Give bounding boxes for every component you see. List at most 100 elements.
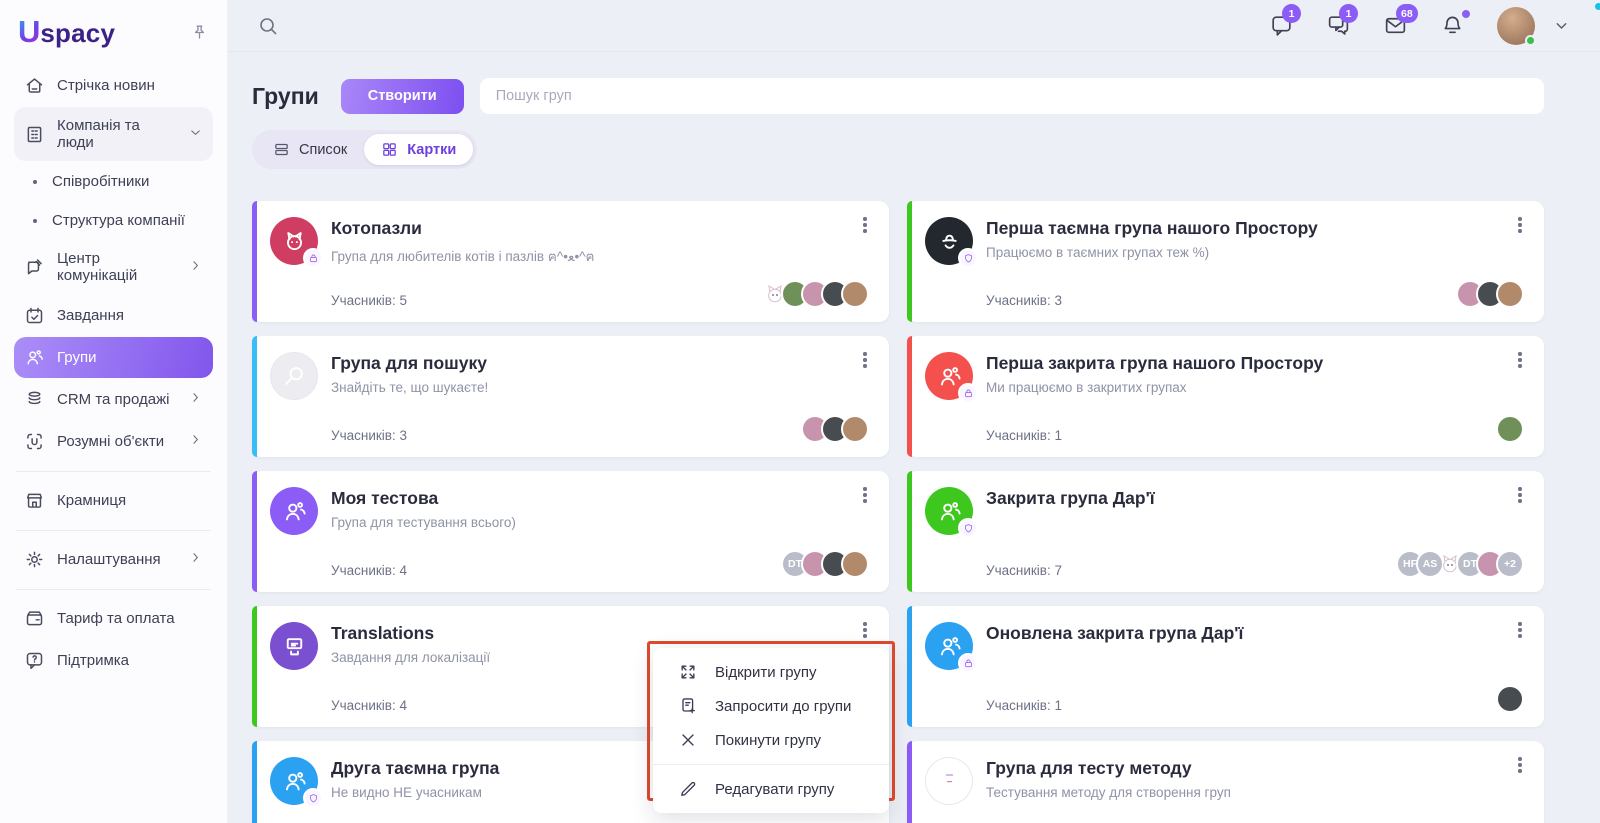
sidebar-item-billing[interactable]: Тариф та оплата	[14, 598, 213, 639]
tab-cards-view[interactable]: Картки	[364, 134, 473, 165]
topbar: 1 1 68	[228, 0, 1600, 52]
members-count: Учасників: 4	[331, 563, 407, 578]
group-description: Не видно НЕ учасникам	[331, 785, 499, 800]
sidebar-item-label: Розумні об'єкти	[57, 433, 164, 450]
group-description: Тестування методу для створення груп	[986, 785, 1231, 800]
messenger-icon[interactable]: 1	[1326, 13, 1351, 38]
kebab-menu-icon[interactable]	[854, 349, 876, 371]
bell-icon[interactable]	[1440, 13, 1465, 38]
create-group-button[interactable]: Створити	[341, 79, 464, 114]
sidebar-item-label: Співробітники	[52, 173, 149, 190]
member-avatars	[1504, 685, 1524, 713]
gear-icon	[24, 549, 45, 570]
groups-grid: Котопазли Група для любителів котів і па…	[252, 201, 1544, 823]
card-accent-bar	[252, 201, 257, 322]
crm-icon	[24, 389, 45, 410]
kebab-menu-icon[interactable]	[854, 214, 876, 236]
chevron-right-icon	[188, 432, 203, 451]
sidebar-item-newsfeed[interactable]: Стрічка новин	[14, 65, 213, 106]
sidebar-divider	[16, 530, 211, 531]
wallet-icon	[24, 608, 45, 629]
menu-item-open-group[interactable]: Відкрити групу	[653, 655, 889, 689]
sidebar-item-company-people[interactable]: Компанія та люди	[14, 107, 213, 161]
kebab-menu-icon[interactable]	[1509, 484, 1531, 506]
group-title: Друга таємна група	[331, 758, 499, 779]
sidebar-item-support[interactable]: Підтримка	[14, 640, 213, 681]
group-title: Котопазли	[331, 218, 595, 239]
group-card[interactable]: Закрита група Дар'ї Учасників: 7 HF AS D…	[907, 471, 1544, 592]
group-description: Ми працюємо в закритих групах	[986, 380, 1323, 395]
members-count: Учасників: 5	[331, 293, 407, 308]
members-count: Учасників: 7	[986, 563, 1062, 578]
group-card[interactable]: Перша закрита група нашого Простору Ми п…	[907, 336, 1544, 457]
edit-icon	[678, 779, 698, 799]
group-card[interactable]: Моя тестова Група для тестування всього)…	[252, 471, 889, 592]
sidebar: U spacy Стрічка новин Компанія та люди С…	[0, 0, 228, 823]
chat-badge: 1	[1282, 4, 1301, 23]
group-card[interactable]: Група для тесту методу Тестування методу…	[907, 741, 1544, 823]
bullet-icon	[33, 219, 37, 223]
support-icon	[24, 650, 45, 671]
menu-item-label: Редагувати групу	[715, 781, 834, 798]
sidebar-item-settings[interactable]: Налаштування	[14, 539, 213, 580]
card-accent-bar	[907, 606, 912, 727]
uspacy-logo[interactable]: U spacy	[18, 16, 115, 49]
member-avatar-more[interactable]: +2	[1496, 550, 1524, 578]
group-avatar	[270, 487, 318, 535]
member-avatars: DT	[789, 550, 869, 578]
group-card[interactable]: Котопазли Група для любителів котів і па…	[252, 201, 889, 322]
group-title: Перша таємна група нашого Простору	[986, 218, 1318, 239]
group-card[interactable]: Перша таємна група нашого Простору Працю…	[907, 201, 1544, 322]
sidebar-item-label: Центр комунікацій	[57, 250, 176, 284]
sidebar-item-label: Компанія та люди	[57, 117, 176, 151]
group-search-input[interactable]	[480, 78, 1544, 114]
smart-objects-icon	[24, 431, 45, 452]
sidebar-divider	[16, 471, 211, 472]
online-status-dot	[1525, 35, 1536, 46]
card-accent-bar	[252, 741, 257, 823]
search-icon[interactable]	[256, 14, 280, 38]
shield-badge-icon	[958, 518, 978, 538]
kebab-menu-icon[interactable]	[854, 484, 876, 506]
kebab-menu-icon[interactable]	[1509, 619, 1531, 641]
sidebar-item-company-structure[interactable]: Структура компанії	[14, 201, 213, 240]
sidebar-item-groups[interactable]: Групи	[14, 337, 213, 378]
members-count: Учасників: 4	[331, 698, 407, 713]
card-accent-bar	[252, 471, 257, 592]
user-avatar[interactable]	[1497, 7, 1535, 45]
app-window: U spacy Стрічка новин Компанія та люди С…	[0, 0, 1600, 823]
pin-sidebar-icon[interactable]	[190, 23, 209, 42]
calendar-check-icon	[24, 305, 45, 326]
lock-badge-icon	[958, 383, 978, 403]
group-card[interactable]: Оновлена закрита група Дар'ї Учасників: …	[907, 606, 1544, 727]
menu-item-invite-to-group[interactable]: Запросити до групи	[653, 689, 889, 723]
group-context-menu: Відкрити групу Запросити до групи Покину…	[653, 648, 889, 813]
logo-text: spacy	[40, 18, 115, 49]
group-card[interactable]: Група для пошуку Знайдіть те, що шукаєте…	[252, 336, 889, 457]
group-avatar	[925, 217, 973, 265]
group-title: Перша закрита група нашого Простору	[986, 353, 1323, 374]
member-avatar	[841, 280, 869, 308]
kebab-menu-icon[interactable]	[1509, 349, 1531, 371]
kebab-menu-icon[interactable]	[1509, 214, 1531, 236]
kebab-menu-icon[interactable]	[854, 619, 876, 641]
member-avatars	[1464, 280, 1524, 308]
sidebar-item-smart-objects[interactable]: Розумні об'єкти	[14, 421, 213, 462]
sidebar-item-employees[interactable]: Співробітники	[14, 162, 213, 201]
menu-item-edit-group[interactable]: Редагувати групу	[653, 772, 889, 806]
tab-list-view[interactable]: Список	[256, 134, 364, 165]
group-description: Знайдіть те, що шукаєте!	[331, 380, 488, 395]
card-accent-bar	[252, 336, 257, 457]
menu-item-leave-group[interactable]: Покинути групу	[653, 723, 889, 757]
sidebar-item-communications[interactable]: Центр комунікацій	[14, 240, 213, 294]
kebab-menu-icon[interactable]	[1509, 754, 1531, 776]
sidebar-item-crm[interactable]: CRM та продажі	[14, 379, 213, 420]
chat-icon[interactable]: 1	[1269, 13, 1294, 38]
sidebar-item-tasks[interactable]: Завдання	[14, 295, 213, 336]
profile-chevron-down-icon[interactable]	[1553, 17, 1570, 34]
sidebar-item-store[interactable]: Крамниця	[14, 480, 213, 521]
group-avatar	[270, 352, 318, 400]
mail-icon[interactable]: 68	[1383, 13, 1408, 38]
member-avatar	[1496, 415, 1524, 443]
group-avatar	[925, 757, 973, 805]
